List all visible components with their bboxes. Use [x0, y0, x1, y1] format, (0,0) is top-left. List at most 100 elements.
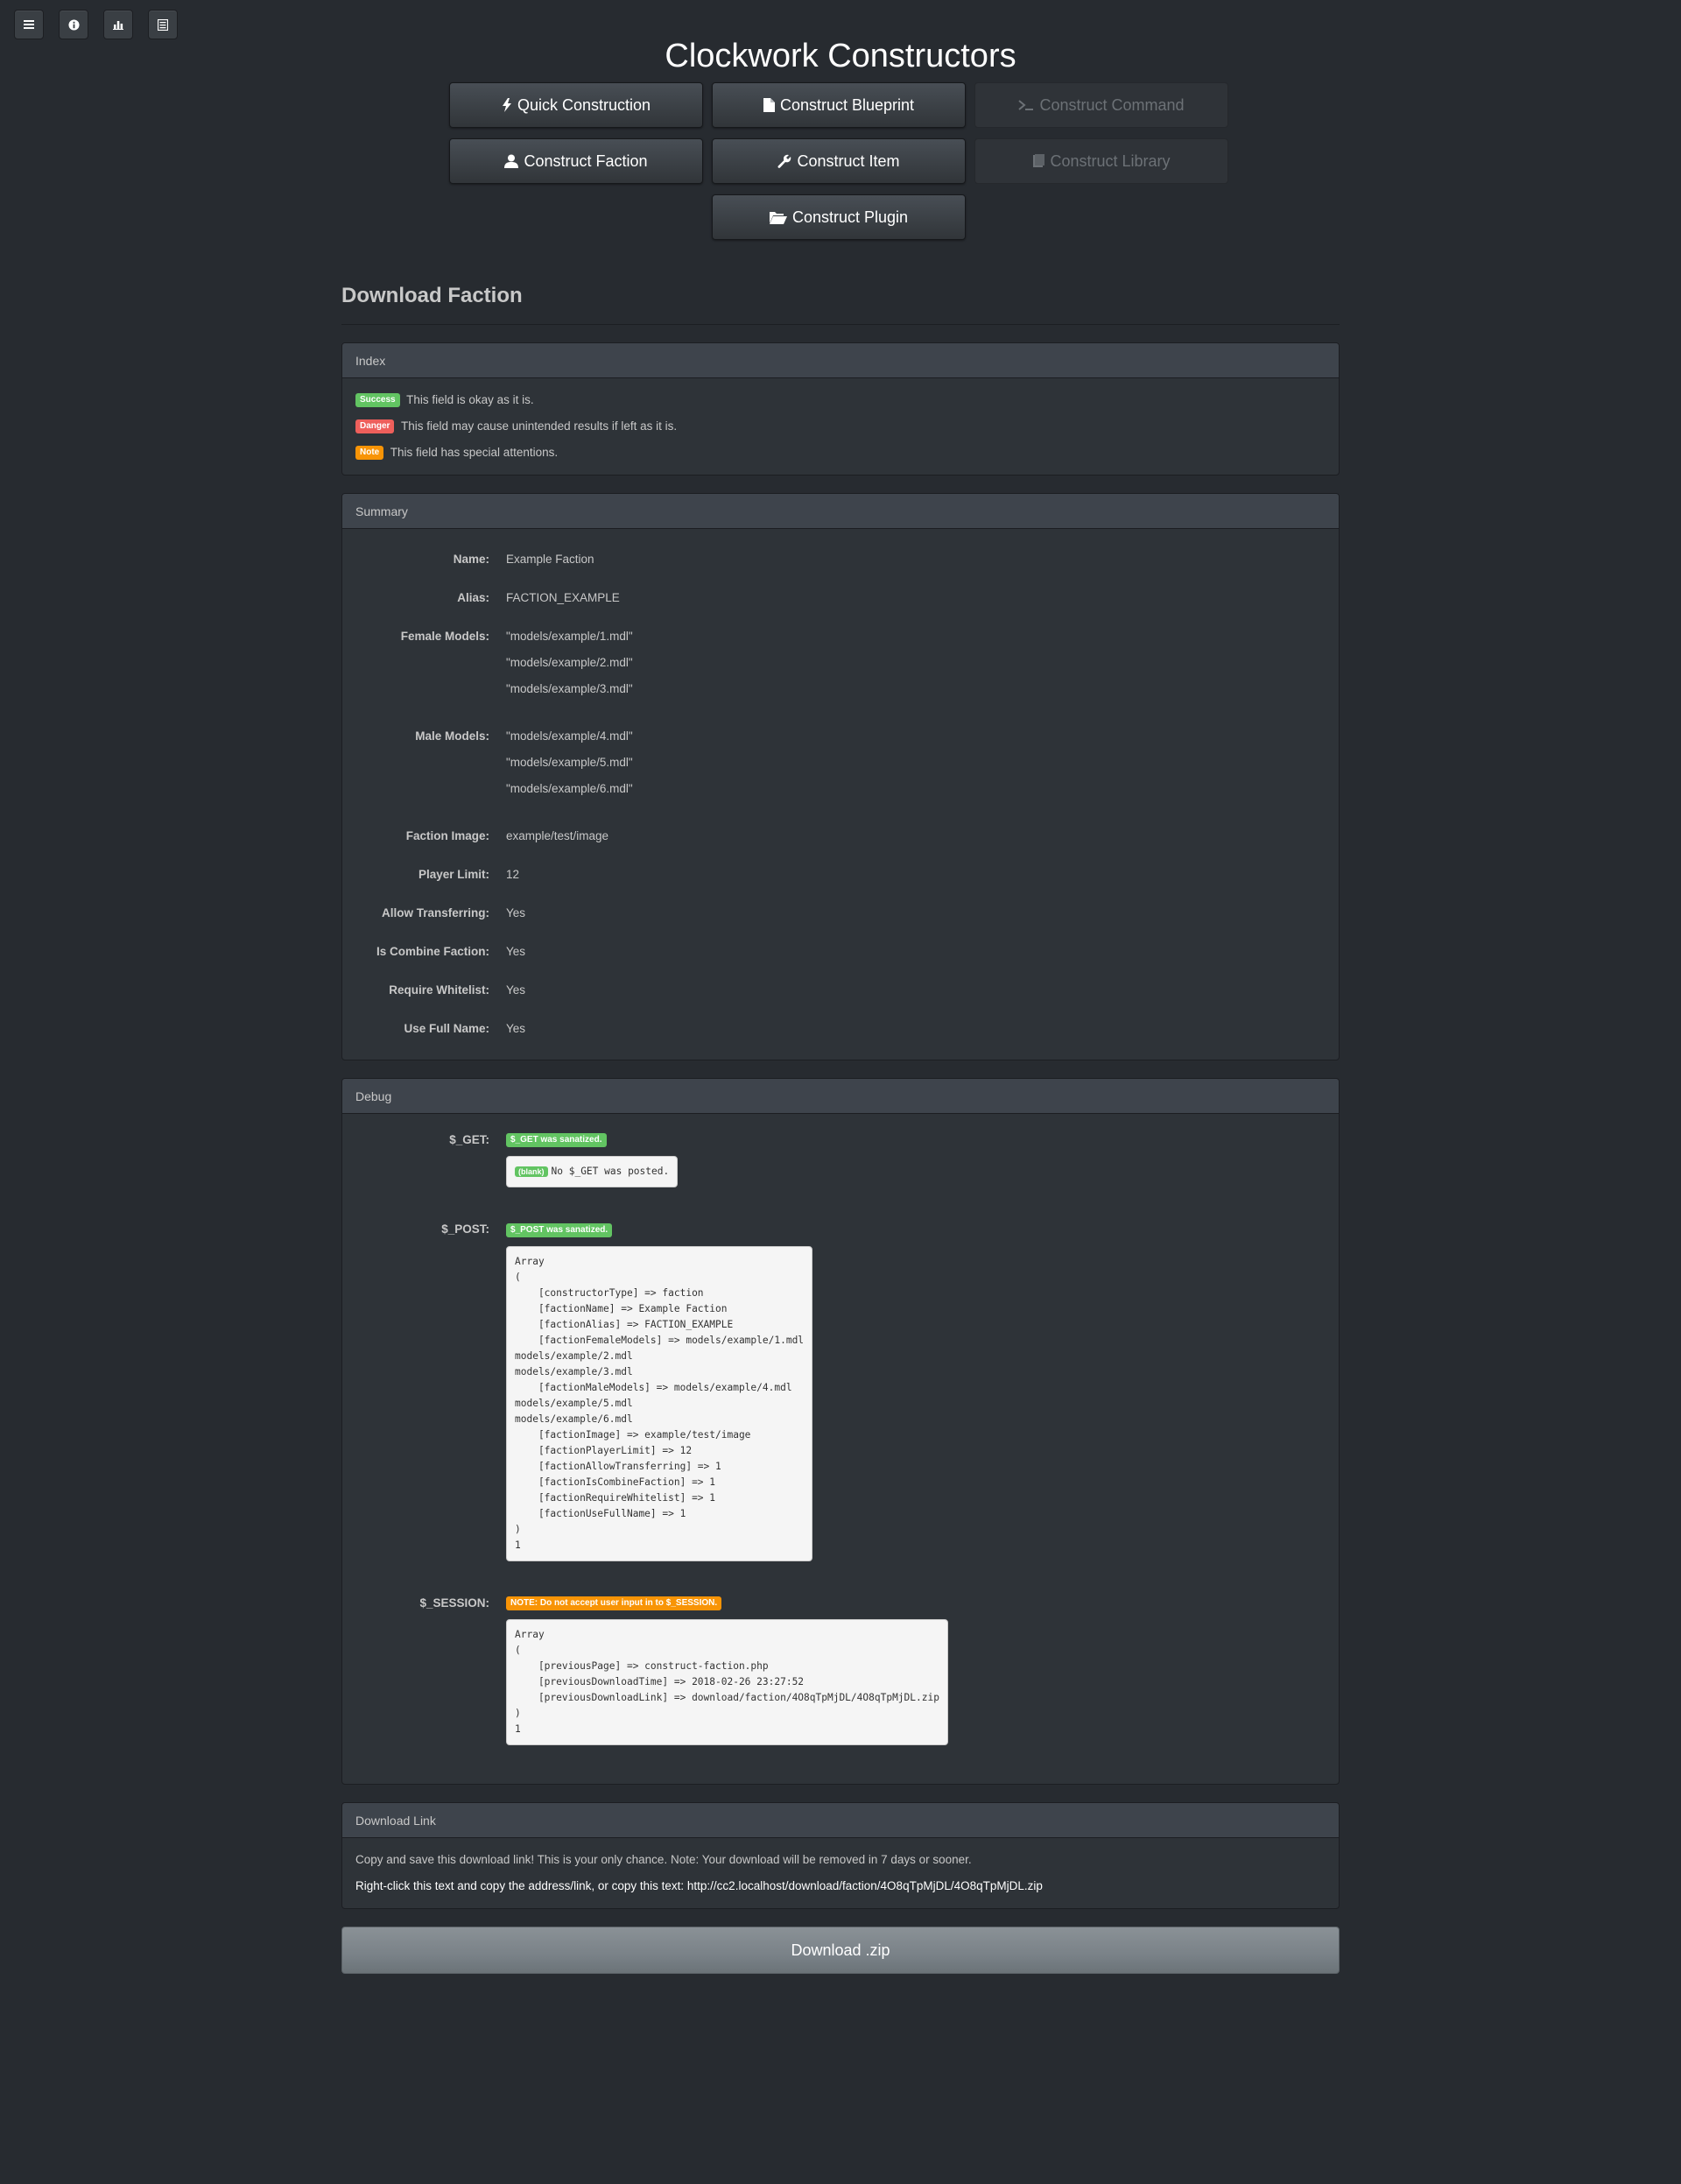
- model-path: "models/example/5.mdl": [506, 756, 633, 769]
- model-path: "models/example/3.mdl": [506, 682, 633, 695]
- construct-item-label: Construct Item: [797, 151, 900, 170]
- field-key: Use Full Name:: [404, 1022, 489, 1035]
- download-link-panel: Download Link Copy and save this downloa…: [341, 1802, 1340, 1910]
- danger-badge: Danger: [355, 419, 395, 434]
- model-path: "models/example/4.mdl": [506, 729, 633, 743]
- list-icon: [158, 18, 168, 31]
- debug-panel: Debug $_GET: $_GET was sanatized. (blank…: [341, 1078, 1340, 1786]
- construct-plugin-label: Construct Plugin: [791, 208, 909, 226]
- quick-construction-button[interactable]: Quick Construction: [449, 82, 703, 128]
- field-value: Yes: [506, 1022, 526, 1035]
- index-item-text: This field is okay as it is.: [406, 393, 534, 406]
- list-button[interactable]: [148, 10, 178, 39]
- file-icon: [763, 98, 775, 112]
- field-key: Name:: [453, 553, 489, 566]
- success-badge: Success: [355, 393, 400, 408]
- get-dump-text: No $_GET was posted.: [551, 1166, 670, 1178]
- field-key: Faction Image:: [405, 829, 489, 842]
- field-key: Player Limit:: [418, 868, 489, 881]
- summary-panel: Summary Name: Example Faction Alias: FAC…: [341, 493, 1340, 1060]
- get-sanitized-badge: $_GET was sanatized.: [506, 1133, 607, 1148]
- blank-badge: (blank): [515, 1166, 548, 1178]
- folder-open-icon: [769, 211, 787, 224]
- session-note-badge: NOTE: Do not accept user input in to $_S…: [506, 1596, 722, 1611]
- toolbar: [14, 10, 193, 39]
- construct-plugin-button[interactable]: Construct Plugin: [712, 194, 966, 240]
- construct-blueprint-button[interactable]: Construct Blueprint: [712, 82, 966, 128]
- stats-icon: [113, 21, 123, 30]
- index-item-note: Note This field has special attentions.: [355, 440, 1326, 466]
- debug-panel-title: Debug: [342, 1079, 1339, 1114]
- field-key: $_SESSION:: [419, 1596, 489, 1610]
- note-badge: Note: [355, 446, 384, 461]
- summary-row-allow-transferring: Allow Transferring: Yes: [355, 900, 1326, 939]
- book-icon: [1032, 154, 1045, 168]
- summary-row-require-whitelist: Require Whitelist: Yes: [355, 977, 1326, 1016]
- construct-item-button[interactable]: Construct Item: [712, 138, 966, 184]
- field-value: Yes: [506, 906, 526, 919]
- info-icon: [67, 18, 80, 31]
- download-link-panel-title: Download Link: [342, 1803, 1339, 1839]
- index-panel: Index Success This field is okay as it i…: [341, 342, 1340, 476]
- field-key: Alias:: [457, 591, 489, 604]
- field-key: Is Combine Faction:: [376, 945, 489, 958]
- download-link[interactable]: Right-click this text and copy the addre…: [355, 1873, 1326, 1899]
- field-key: $_GET:: [449, 1133, 489, 1146]
- post-sanitized-badge: $_POST was sanatized.: [506, 1222, 613, 1237]
- summary-row-name: Name: Example Faction: [355, 546, 1326, 585]
- field-value: 12: [506, 868, 520, 881]
- construct-faction-button[interactable]: Construct Faction: [449, 138, 703, 184]
- summary-row-male-models: Male Models: "models/example/4.mdl" "mod…: [355, 723, 1326, 802]
- index-item-text: This field may cause unintended results …: [400, 419, 678, 433]
- main-content: Download Faction Index Success This fiel…: [341, 282, 1340, 1910]
- index-panel-title: Index: [342, 343, 1339, 378]
- construct-blueprint-label: Construct Blueprint: [779, 95, 915, 114]
- summary-row-use-full-name: Use Full Name: Yes: [355, 1016, 1326, 1042]
- app-title: Clockwork Constructors: [665, 38, 1016, 75]
- summary-row-is-combine: Is Combine Faction: Yes: [355, 939, 1326, 977]
- field-value: Example Faction: [506, 553, 594, 566]
- info-button[interactable]: [59, 10, 88, 39]
- quick-construction-label: Quick Construction: [517, 95, 651, 114]
- construct-command-button[interactable]: Construct Command: [974, 82, 1228, 128]
- field-key: Male Models:: [415, 729, 489, 743]
- construct-faction-label: Construct Faction: [524, 151, 648, 170]
- field-value: Yes: [506, 945, 526, 958]
- model-path: "models/example/1.mdl": [506, 630, 633, 643]
- user-icon: [504, 154, 519, 168]
- download-notice: Copy and save this download link! This i…: [355, 1853, 972, 1867]
- field-value: example/test/image: [506, 829, 609, 842]
- summary-row-alias: Alias: FACTION_EXAMPLE: [355, 585, 1326, 623]
- field-value: Yes: [506, 983, 526, 997]
- summary-panel-title: Summary: [342, 494, 1339, 529]
- field-key: Allow Transferring:: [381, 906, 489, 919]
- page-title: Download Faction: [341, 282, 1340, 325]
- debug-row-session: $_SESSION: NOTE: Do not accept user inpu…: [355, 1596, 1326, 1746]
- field-key: Require Whitelist:: [389, 983, 489, 997]
- menu-icon: [24, 20, 34, 29]
- index-item-text: This field has special attentions.: [390, 446, 559, 459]
- bolt-icon: [502, 98, 512, 112]
- construct-library-label: Construct Library: [1050, 151, 1171, 170]
- field-key: $_POST:: [441, 1222, 489, 1236]
- field-key: Female Models:: [400, 630, 489, 643]
- summary-row-faction-image: Faction Image: example/test/image: [355, 823, 1326, 862]
- terminal-icon: [1018, 99, 1034, 111]
- stats-button[interactable]: [103, 10, 133, 39]
- get-dump: (blank) No $_GET was posted.: [506, 1156, 679, 1188]
- debug-row-get: $_GET: $_GET was sanatized. (blank) No $_…: [355, 1133, 1326, 1188]
- summary-row-female-models: Female Models: "models/example/1.mdl" "m…: [355, 623, 1326, 702]
- model-path: "models/example/2.mdl": [506, 656, 633, 669]
- summary-row-player-limit: Player Limit: 12: [355, 862, 1326, 900]
- download-zip-button[interactable]: Download .zip: [341, 1927, 1340, 1974]
- construct-command-label: Construct Command: [1039, 95, 1185, 114]
- model-path: "models/example/6.mdl": [506, 782, 633, 795]
- field-value: FACTION_EXAMPLE: [506, 591, 620, 604]
- post-dump: Array ( [constructorType] => faction [fa…: [506, 1245, 813, 1561]
- wrench-icon: [777, 154, 791, 168]
- construct-nav: Quick Construction Construct Blueprint C…: [449, 82, 1228, 242]
- session-dump: Array ( [previousPage] => construct-fact…: [506, 1619, 948, 1746]
- menu-button[interactable]: [14, 10, 44, 39]
- debug-row-post: $_POST: $_POST was sanatized. Array ( [c…: [355, 1222, 1326, 1561]
- construct-library-button[interactable]: Construct Library: [974, 138, 1228, 184]
